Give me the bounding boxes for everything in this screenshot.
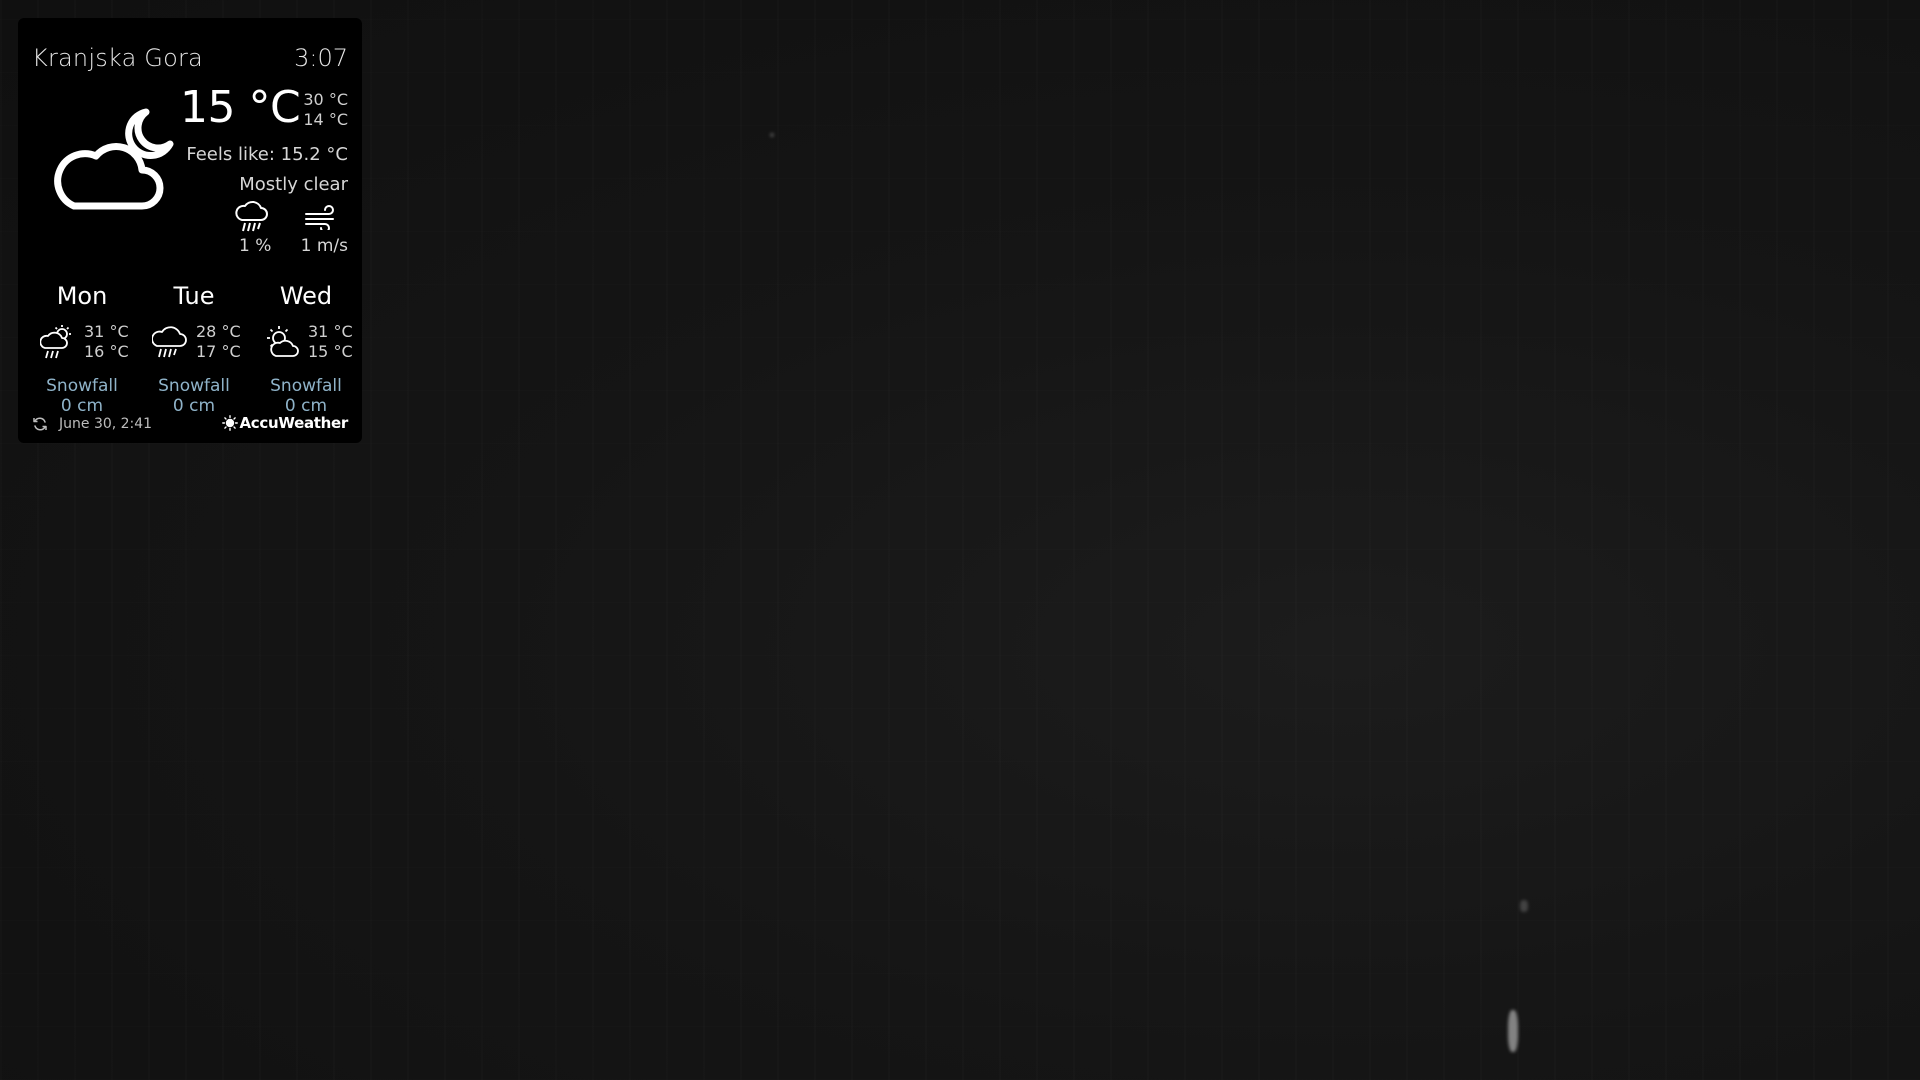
forecast-snowfall-label: Snowfall	[158, 376, 230, 396]
forecast-day: Wed 31 °C 15 °C Snowfall 0 cm	[250, 282, 362, 422]
current-temperature: 15 °C	[180, 82, 301, 133]
location-name: Kranjska Gora	[32, 44, 203, 72]
provider-logo: AccuWeather	[221, 414, 349, 432]
sun-rain-icon	[40, 325, 71, 359]
sun-cloud-icon	[267, 326, 299, 357]
today-low-temperature: 14 °C	[303, 110, 348, 129]
rain-icon	[152, 326, 187, 358]
rain-icon	[235, 201, 268, 232]
forecast-day-name: Tue	[173, 282, 215, 310]
today-high-temperature: 30 °C	[303, 90, 348, 109]
background-speck	[1508, 1010, 1518, 1052]
current-time: 3:07	[294, 44, 348, 72]
background-speck	[1520, 900, 1528, 912]
weather-widget: Kranjska Gora 3:07 15 °C 30 °C 14 °C Fee…	[18, 18, 362, 443]
forecast-high: 28 °C	[196, 322, 241, 341]
forecast-high: 31 °C	[308, 322, 353, 341]
weather-condition: Mostly clear	[239, 174, 348, 195]
provider-name: AccuWeather	[239, 414, 349, 432]
forecast-low: 16 °C	[84, 342, 129, 361]
forecast-day: Tue 28 °C 17 °C Snowfall 0 cm	[138, 282, 250, 422]
sun-icon	[221, 415, 238, 431]
forecast-day-name: Mon	[56, 282, 108, 310]
forecast-snowfall-value: 0 cm	[172, 396, 216, 416]
feels-like-temperature: Feels like: 15.2 °C	[186, 144, 348, 165]
forecast-snowfall-label: Snowfall	[270, 376, 342, 396]
wind-speed-value: 1 m/s	[300, 236, 348, 256]
forecast-high: 31 °C	[84, 322, 129, 341]
refresh-icon[interactable]	[32, 416, 48, 432]
precipitation-value: 1 %	[239, 236, 272, 256]
forecast-day: Mon 31 °C 16 °C Snowfall 0 cm	[26, 282, 138, 422]
forecast-low: 17 °C	[196, 342, 241, 361]
forecast-snowfall-value: 0 cm	[60, 396, 104, 416]
forecast-snowfall-value: 0 cm	[284, 396, 328, 416]
forecast-low: 15 °C	[308, 342, 353, 361]
last-updated-time: June 30, 2:41	[59, 416, 153, 432]
forecast-day-name: Wed	[279, 282, 333, 310]
forecast-snowfall-label: Snowfall	[46, 376, 118, 396]
wind-icon	[305, 205, 334, 230]
cloud-moon-icon	[54, 108, 174, 210]
background-speck	[770, 133, 774, 137]
